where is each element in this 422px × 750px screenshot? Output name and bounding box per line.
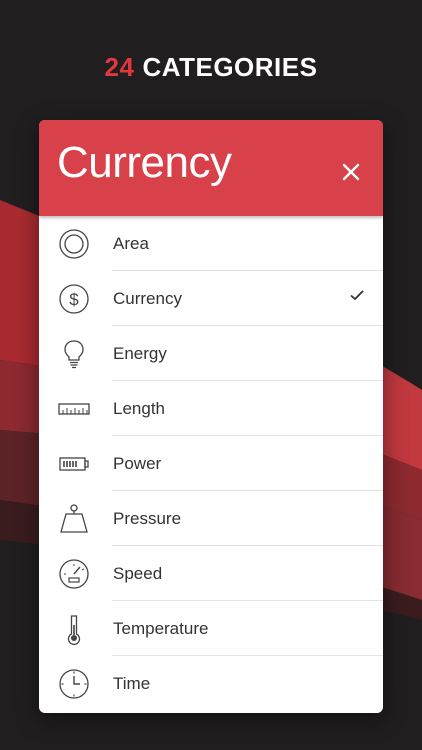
categories-count: 24 bbox=[104, 52, 135, 82]
category-item-pressure[interactable]: Pressure bbox=[39, 491, 383, 546]
pressure-icon bbox=[58, 503, 90, 535]
category-label: Speed bbox=[113, 564, 163, 583]
category-label: Power bbox=[113, 454, 162, 473]
category-list: Area $ Currency Energy Length Power Pres… bbox=[39, 216, 383, 711]
close-button[interactable] bbox=[335, 156, 367, 188]
area-icon bbox=[58, 228, 90, 260]
temperature-icon bbox=[58, 613, 90, 645]
category-label: Area bbox=[113, 234, 149, 253]
category-label: Pressure bbox=[113, 509, 182, 528]
category-label: Time bbox=[113, 674, 151, 693]
checkmark-icon bbox=[350, 290, 364, 301]
energy-icon bbox=[58, 338, 90, 370]
category-item-temperature[interactable]: Temperature bbox=[39, 601, 383, 656]
category-item-area[interactable]: Area bbox=[39, 216, 383, 271]
category-picker-dialog: Currency Area $ Currency Energy Length P… bbox=[39, 120, 383, 713]
category-item-time[interactable]: Time bbox=[39, 656, 383, 711]
category-label: Temperature bbox=[113, 619, 209, 638]
dialog-title: Currency bbox=[57, 138, 232, 187]
length-icon bbox=[58, 393, 90, 425]
category-item-currency[interactable]: $ Currency bbox=[39, 271, 383, 326]
currency-icon: $ bbox=[58, 283, 90, 315]
svg-text:$: $ bbox=[69, 290, 79, 309]
categories-headline: 24 CATEGORIES bbox=[0, 52, 422, 83]
category-item-power[interactable]: Power bbox=[39, 436, 383, 491]
speed-icon bbox=[58, 558, 90, 590]
categories-label: CATEGORIES bbox=[142, 52, 318, 82]
power-icon bbox=[58, 448, 90, 480]
category-item-energy[interactable]: Energy bbox=[39, 326, 383, 381]
time-icon bbox=[58, 668, 90, 700]
dialog-header: Currency bbox=[39, 120, 383, 216]
close-icon bbox=[342, 163, 360, 181]
category-item-speed[interactable]: Speed bbox=[39, 546, 383, 601]
category-label: Energy bbox=[113, 344, 167, 363]
category-label: Currency bbox=[113, 289, 182, 308]
category-item-length[interactable]: Length bbox=[39, 381, 383, 436]
category-label: Length bbox=[113, 399, 165, 418]
